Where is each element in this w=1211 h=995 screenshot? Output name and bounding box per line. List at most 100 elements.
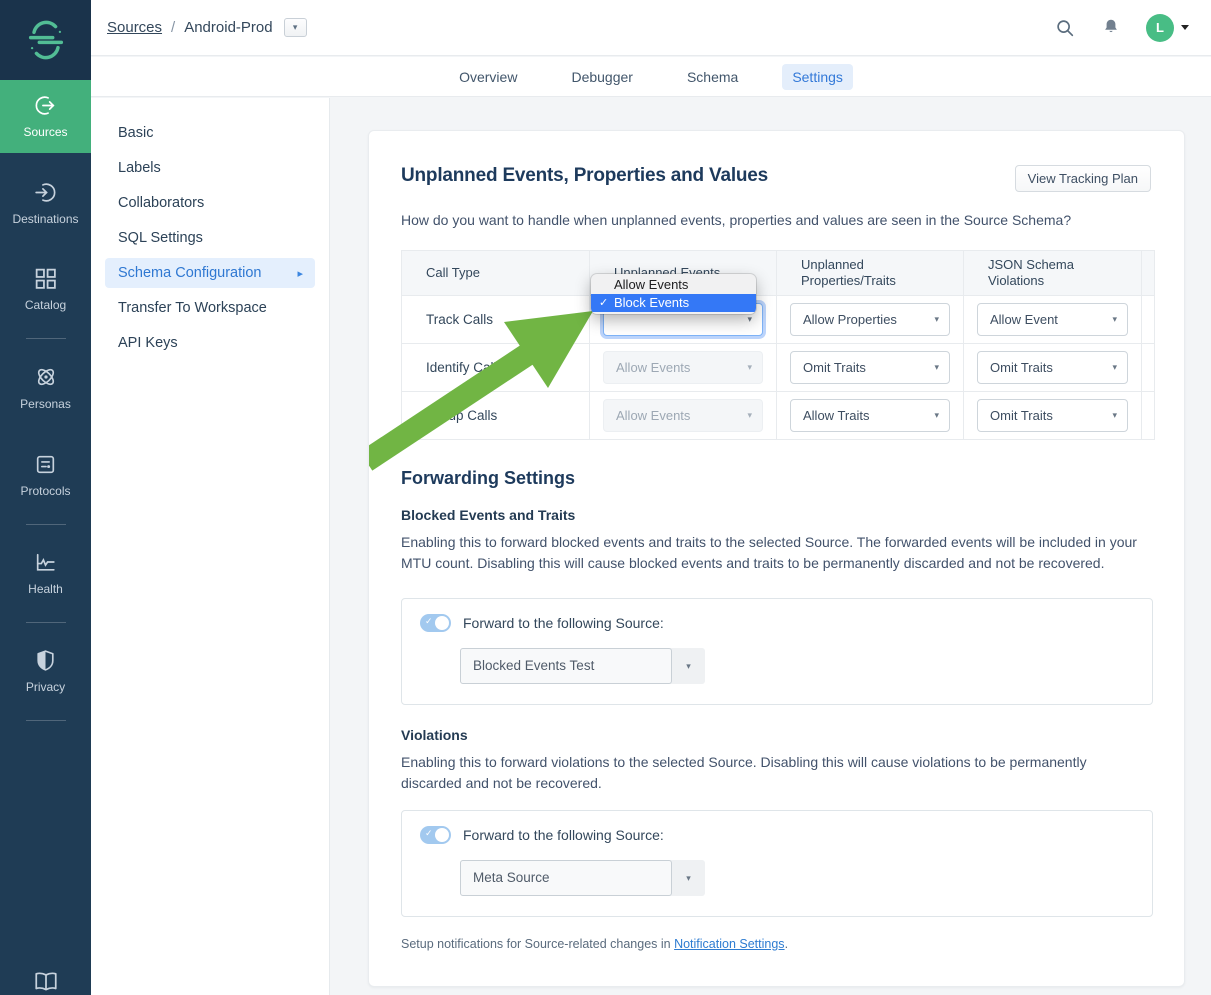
subnav-item-collaborators[interactable]: Collaborators <box>91 185 329 220</box>
violations-forward-card: ✓ Forward to the following Source: Meta … <box>401 810 1153 917</box>
subnav-item-api-keys[interactable]: API Keys <box>91 325 329 360</box>
source-tabs: Overview Debugger Schema Settings <box>91 57 1211 97</box>
rail-item-protocols[interactable]: Protocols <box>0 439 91 512</box>
rail-item-catalog[interactable]: Catalog <box>0 253 91 326</box>
chevron-down-icon: ▾ <box>747 362 752 373</box>
docs-book-icon <box>33 969 59 995</box>
breadcrumb: Sources / Android-Prod ▾ <box>107 18 307 37</box>
identify-unplanned-properties-select[interactable]: Omit Traits ▾ <box>790 351 950 384</box>
user-menu[interactable]: L <box>1146 14 1189 42</box>
notification-settings-link[interactable]: Notification Settings <box>674 937 784 951</box>
chevron-down-icon: ▾ <box>747 314 752 325</box>
table-header-row: Call Type Unplanned Events Unplanned Pro… <box>402 251 1155 296</box>
chevron-down-icon: ▾ <box>1112 314 1117 325</box>
main-content: Unplanned Events, Properties and Values … <box>330 98 1211 995</box>
col-json-schema-violations: JSON Schema Violations <box>964 251 1142 296</box>
avatar-caret-icon <box>1181 25 1189 30</box>
violations-forward-toggle[interactable]: ✓ <box>420 826 451 844</box>
search-icon <box>1054 17 1076 39</box>
source-switcher-button[interactable]: ▾ <box>284 18 307 37</box>
segment-logo[interactable] <box>0 0 91 80</box>
view-tracking-plan-button[interactable]: View Tracking Plan <box>1015 165 1151 192</box>
chevron-down-icon: ▾ <box>672 860 705 896</box>
col-unplanned-properties: Unplanned Properties/Traits <box>777 251 964 296</box>
rail-divider <box>26 622 66 623</box>
subnav-item-transfer-to-workspace[interactable]: Transfer To Workspace <box>91 290 329 325</box>
caret-right-icon: ▸ <box>297 267 303 280</box>
catalog-icon <box>33 266 58 291</box>
menu-item-block-events[interactable]: ✓ Block Events <box>591 294 756 312</box>
blocked-forward-card: ✓ Forward to the following Source: Block… <box>401 598 1153 705</box>
check-icon: ✓ <box>425 828 433 839</box>
blocked-events-description: Enabling this to forward blocked events … <box>401 532 1139 574</box>
chevron-down-icon: ▾ <box>934 314 939 325</box>
schema-settings-card: Unplanned Events, Properties and Values … <box>368 130 1185 987</box>
app-root: Sources Destinations Catalog <box>0 0 1211 995</box>
segment-logo-icon <box>23 17 69 63</box>
destinations-icon <box>33 180 58 205</box>
breadcrumb-current: Android-Prod <box>184 19 272 36</box>
protocols-icon <box>33 452 58 477</box>
forwarding-settings-title: Forwarding Settings <box>401 468 1151 489</box>
settings-subnav: Basic Labels Collaborators SQL Settings … <box>91 98 330 995</box>
rail-item-privacy[interactable]: Privacy <box>0 635 91 708</box>
chevron-down-icon: ▾ <box>672 648 705 684</box>
chevron-down-icon: ▾ <box>934 362 939 373</box>
privacy-icon <box>33 648 58 673</box>
subnav-item-schema-configuration[interactable]: Schema Configuration ▸ <box>105 258 315 288</box>
section-description: How do you want to handle when unplanned… <box>401 212 1151 228</box>
top-header: Sources / Android-Prod ▾ L <box>91 0 1211 56</box>
call-type-label: Track Calls <box>402 296 590 344</box>
sources-icon <box>33 93 58 118</box>
chevron-down-icon: ▾ <box>747 410 752 421</box>
rail-divider <box>26 338 66 339</box>
avatar[interactable]: L <box>1146 14 1174 42</box>
rail-item-personas[interactable]: Personas <box>0 351 91 425</box>
rail-item-sources[interactable]: Sources <box>0 80 91 153</box>
identify-unplanned-events-select: Allow Events ▾ <box>603 351 763 384</box>
rail-item-health[interactable]: Health <box>0 537 91 610</box>
col-spacer <box>1142 251 1155 296</box>
breadcrumb-sources-link[interactable]: Sources <box>107 19 162 36</box>
tab-schema[interactable]: Schema <box>677 64 748 90</box>
identify-json-violations-select[interactable]: Omit Traits ▾ <box>977 351 1128 384</box>
group-unplanned-properties-select[interactable]: Allow Traits ▾ <box>790 399 950 432</box>
call-type-label: Identify Calls <box>402 344 590 392</box>
section-title: Unplanned Events, Properties and Values <box>401 165 768 187</box>
notifications-bell-icon <box>1100 17 1122 39</box>
chevron-down-icon: ▾ <box>934 410 939 421</box>
chevron-down-icon: ▾ <box>1112 410 1117 421</box>
rail-item-destinations[interactable]: Destinations <box>0 167 91 240</box>
col-call-type: Call Type <box>402 251 590 296</box>
violations-source-select[interactable]: Meta Source ▾ <box>460 860 705 896</box>
check-icon: ✓ <box>599 294 614 312</box>
forward-source-label: Forward to the following Source: <box>463 827 664 843</box>
notification-note: Setup notifications for Source-related c… <box>401 937 1151 951</box>
track-json-violations-select[interactable]: Allow Event ▾ <box>977 303 1128 336</box>
forward-source-label: Forward to the following Source: <box>463 615 664 631</box>
table-row-group-calls: Group Calls Allow Events ▾ Allow Traits … <box>402 392 1155 440</box>
tab-settings[interactable]: Settings <box>782 64 853 90</box>
track-unplanned-properties-select[interactable]: Allow Properties ▾ <box>790 303 950 336</box>
top-right-actions: L <box>1054 14 1189 42</box>
personas-icon <box>33 364 59 390</box>
docs-book-button[interactable] <box>0 969 91 995</box>
subnav-item-labels[interactable]: Labels <box>91 150 329 185</box>
blocked-forward-toggle[interactable]: ✓ <box>420 614 451 632</box>
health-icon <box>33 550 58 575</box>
subnav-item-basic[interactable]: Basic <box>91 115 329 150</box>
search-button[interactable] <box>1054 17 1076 39</box>
tab-overview[interactable]: Overview <box>449 64 527 90</box>
tab-debugger[interactable]: Debugger <box>561 64 643 90</box>
unplanned-events-dropdown-menu: ✓ Allow Events ✓ Block Events <box>591 274 756 314</box>
notifications-button[interactable] <box>1100 17 1122 39</box>
rail-divider <box>26 720 66 721</box>
menu-item-allow-events[interactable]: ✓ Allow Events <box>591 276 756 294</box>
schema-config-table: Call Type Unplanned Events Unplanned Pro… <box>401 250 1155 440</box>
table-row-track-calls: Track Calls ▾ Allow Properties ▾ <box>402 296 1155 344</box>
subnav-item-sql-settings[interactable]: SQL Settings <box>91 220 329 255</box>
check-icon: ✓ <box>425 616 433 627</box>
group-unplanned-events-select: Allow Events ▾ <box>603 399 763 432</box>
blocked-source-select[interactable]: Blocked Events Test ▾ <box>460 648 705 684</box>
group-json-violations-select[interactable]: Omit Traits ▾ <box>977 399 1128 432</box>
